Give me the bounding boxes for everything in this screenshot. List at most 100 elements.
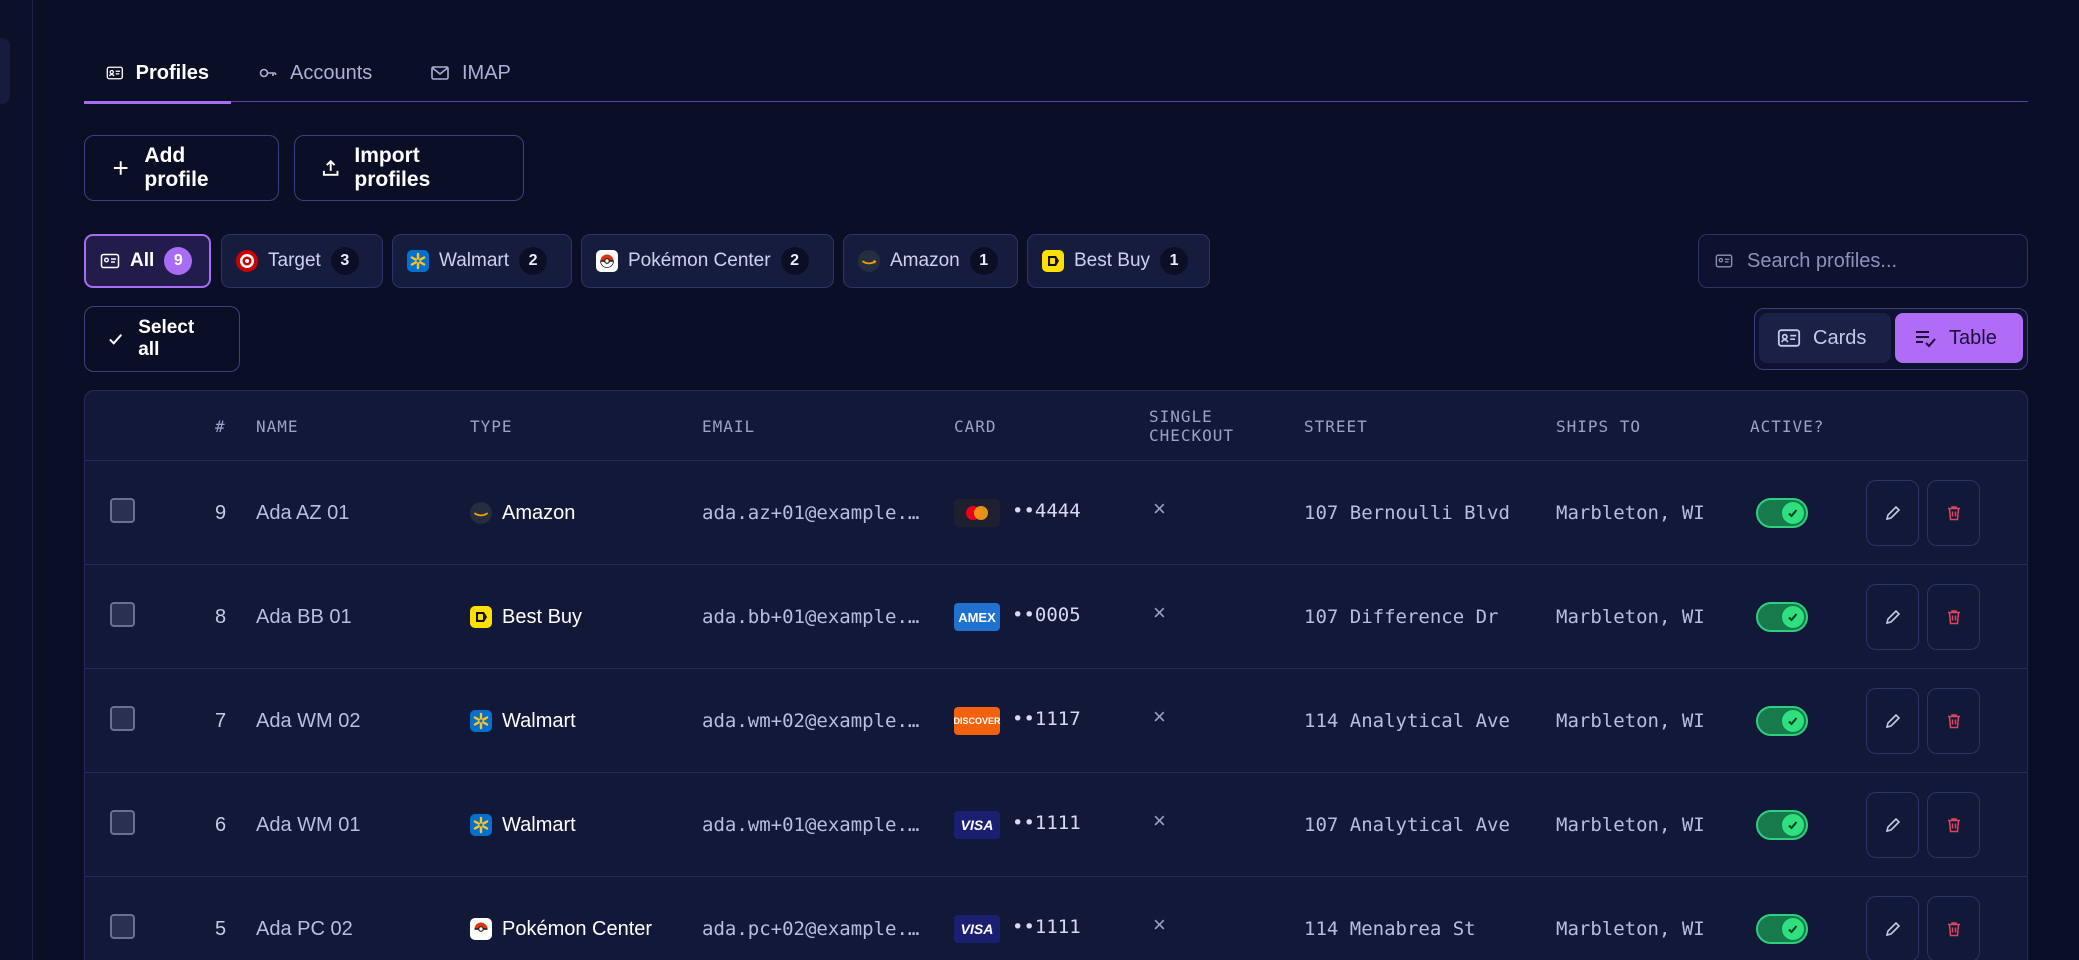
check-icon [1782,606,1804,628]
row-ships-to: Marbleton, WI [1556,918,1705,940]
bestbuy-logo-icon [470,606,492,628]
amazon-logo-icon [470,502,492,524]
row-ships-to: Marbleton, WI [1556,814,1705,836]
column-header-card: CARD [954,416,997,436]
filter-chip-pokemon-center[interactable]: Pokémon Center 2 [581,234,834,288]
filter-label: All [130,250,155,271]
row-delete-cell [1927,669,1980,773]
column-header-ships-to: SHIPS TO [1556,416,1642,436]
row-checkbox-cell [110,461,135,565]
tab-bar: Profiles Accounts IMAP [84,44,2028,104]
edit-button[interactable] [1866,688,1919,754]
row-checkbox[interactable] [110,601,135,627]
row-email: ada.pc+02@example.… [702,918,920,940]
row-type: Walmart [470,773,576,877]
amex-card-icon: AMEX [954,603,1000,631]
tab-accounts[interactable]: Accounts [236,44,394,102]
delete-button[interactable] [1927,688,1980,754]
active-toggle[interactable] [1756,914,1808,944]
sidebar-active-indicator[interactable] [0,38,10,104]
column-header-number: # [215,416,226,436]
row-number: 6 [215,813,227,836]
row-number: 8 [215,605,227,628]
single-checkout-x-icon: × [1153,808,1166,833]
active-toggle[interactable] [1756,498,1808,528]
row-type: Amazon [470,461,575,565]
id-card-icon [106,66,123,80]
filter-label: Pokémon Center [628,250,771,271]
tab-label: Profiles [135,61,209,84]
row-checkbox[interactable] [110,705,135,731]
active-toggle[interactable] [1756,810,1808,840]
check-icon [1782,502,1804,524]
search-input[interactable] [1747,249,2007,273]
id-card-icon [1715,254,1733,268]
import-profiles-button[interactable]: Import profiles [294,135,524,201]
tab-imap[interactable]: IMAP [408,44,533,102]
edit-button[interactable] [1866,896,1919,960]
row-street: 107 Analytical Ave [1304,814,1510,836]
filter-chip-all[interactable]: All 9 [84,234,211,288]
walmart-logo-icon [470,814,492,836]
row-checkbox-cell [110,877,135,960]
left-sidebar-rail [0,0,33,960]
column-header-street: STREET [1304,416,1368,436]
edit-button[interactable] [1866,480,1919,546]
row-delete-cell [1927,773,1980,877]
row-checkbox[interactable] [110,913,135,939]
add-profile-button[interactable]: Add profile [84,135,279,201]
row-active-cell [1756,565,1808,669]
row-edit-cell [1866,877,1919,960]
row-name: Ada AZ 01 [256,501,350,524]
filter-count: 2 [519,247,548,275]
key-icon [259,68,277,78]
table-row: 9 Ada AZ 01 Amazon ada.az+01@example.… ••444… [85,461,2027,565]
select-all-button[interactable]: Select all [84,306,240,372]
view-table-button[interactable]: Table [1895,313,2023,363]
visa-card-icon: VISA [954,811,1000,839]
row-type-label: Amazon [502,501,576,524]
pokeball-logo-icon [470,918,492,940]
active-toggle[interactable] [1756,706,1808,736]
delete-button[interactable] [1927,480,1980,546]
table-row: 8 Ada BB 01 Best Buy ada.bb+01@example.… AME… [85,565,2027,669]
edit-button[interactable] [1866,792,1919,858]
row-email: ada.wm+01@example.… [702,814,920,836]
column-header-single-line2: CHECKOUT [1149,426,1235,445]
row-checkbox-cell [110,773,135,877]
view-cards-button[interactable]: Cards [1759,313,1891,363]
mail-icon [431,66,449,80]
view-table-label: Table [1949,326,1997,349]
row-card: VISA ••1111 [954,877,1081,960]
id-card-icon [1777,329,1801,347]
single-checkout-x-icon: × [1153,912,1166,937]
filter-chip-target[interactable]: Target 3 [221,234,383,288]
discover-card-icon: DISCOVER [954,707,1001,735]
id-card-icon [100,253,120,269]
active-toggle[interactable] [1756,602,1808,632]
filter-chip-best-buy[interactable]: Best Buy 1 [1027,234,1210,288]
row-edit-cell [1866,669,1919,773]
trash-icon [1947,610,1960,625]
filter-chip-amazon[interactable]: Amazon 1 [843,234,1018,288]
filter-chip-walmart[interactable]: Walmart 2 [392,234,572,288]
row-edit-cell [1866,461,1919,565]
view-cards-label: Cards [1813,326,1867,349]
table-row: 6 Ada WM 01 Walmart ada.wm+01@example.… VISA… [85,773,2027,877]
search-box [1698,234,2028,288]
pencil-icon [1885,505,1900,521]
delete-button[interactable] [1927,792,1980,858]
column-header-name: NAME [256,416,299,436]
upload-icon [322,159,339,176]
pencil-icon [1885,713,1900,729]
row-type: Best Buy [470,565,582,669]
bestbuy-logo-icon [1042,250,1064,272]
row-street: 114 Menabrea St [1304,918,1476,940]
delete-button[interactable] [1927,584,1980,650]
delete-button[interactable] [1927,896,1980,960]
row-checkbox[interactable] [110,497,135,523]
row-checkbox[interactable] [110,809,135,835]
row-email: ada.az+01@example.… [702,502,920,524]
tab-profiles[interactable]: Profiles [84,44,231,104]
edit-button[interactable] [1866,584,1919,650]
